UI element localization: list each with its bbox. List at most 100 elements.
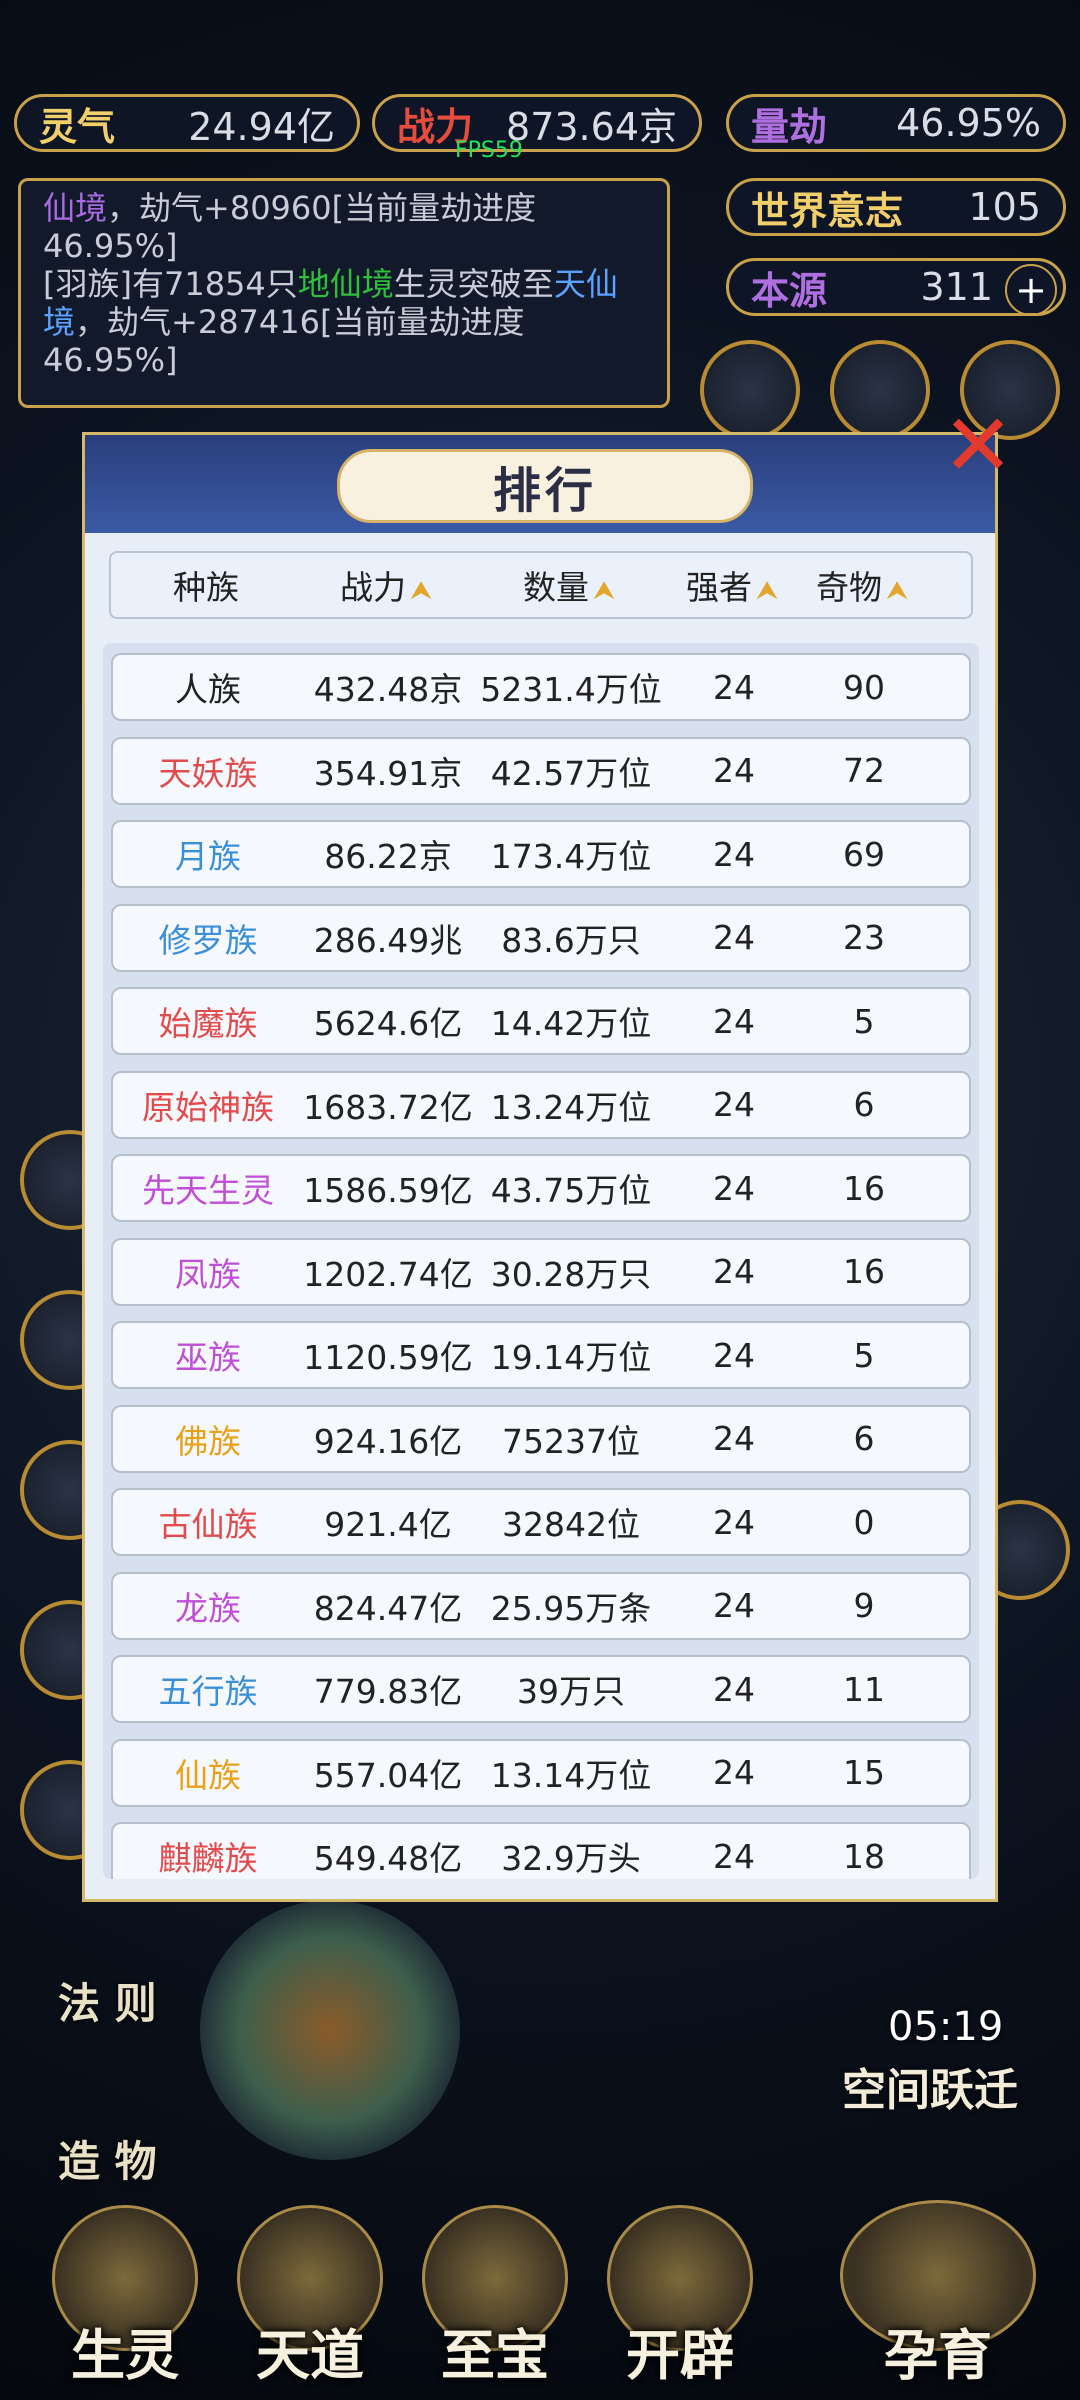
treasure-value: 23 [843, 918, 885, 957]
count-value: 14.42万位 [490, 1004, 652, 1043]
treasure-value: 6 [853, 1419, 875, 1458]
nav-yun-yu[interactable]: 孕育 [838, 2200, 1038, 2390]
strong-value: 24 [713, 1753, 755, 1792]
table-row[interactable]: 巫族 1120.59亿 19.14万位 24 5 [111, 1321, 971, 1389]
table-row[interactable]: 先天生灵 1586.59亿 43.75万位 24 16 [111, 1154, 971, 1222]
treasure-value: 69 [843, 834, 885, 874]
strong-value: 24 [713, 1001, 755, 1041]
count-value: 75237位 [502, 1421, 640, 1461]
strong-value: 24 [713, 751, 755, 790]
ranking-list[interactable]: 人族 432.48京 5231.4万位 24 90 天妖族 354.91京 42.57万位 24… [103, 643, 979, 1879]
nav-label: 生灵 [71, 2324, 179, 2387]
table-row[interactable]: 月族 86.22京 173.4万位 24 69 [111, 820, 971, 888]
treasure-value: 6 [853, 1085, 875, 1124]
nav-label: 至宝 [441, 2324, 549, 2387]
log-text: 46.95%] [43, 227, 178, 265]
close-icon[interactable]: ✕ [930, 398, 1026, 494]
source-value: 311 [920, 265, 993, 309]
log-text: [羽族]有71854只 [43, 265, 298, 303]
ranking-dialog: 排行 种族 战力 ⮝ 数量 ⮝ 强者 ⮝ 奇物 ⮝ 人族 432.48京 5231.4万位 2… [82, 432, 998, 1902]
power-value: 921.4亿 [324, 1505, 452, 1544]
lotus-emblem[interactable] [200, 1900, 460, 2160]
nav-sheng-ling[interactable]: 生灵 [40, 2200, 210, 2390]
header-strong[interactable]: 强者 ⮝ [667, 561, 797, 609]
table-row[interactable]: 麒麟族 549.48亿 32.9万头 24 18 [111, 1822, 971, 1879]
table-row[interactable]: 古仙族 921.4亿 32842位 24 0 [111, 1488, 971, 1556]
power-value: 432.48京 [313, 670, 463, 709]
count-value: 25.95万条 [490, 1588, 652, 1628]
lingqi-pill: 灵气 24.94亿 [14, 94, 360, 152]
table-row[interactable]: 原始神族 1683.72亿 13.24万位 24 6 [111, 1070, 971, 1139]
power-value: 924.16亿 [313, 1421, 463, 1461]
menu-round-button[interactable] [700, 340, 800, 440]
table-row[interactable]: 修罗族 286.49兆 83.6万只 24 23 [111, 903, 971, 972]
treasure-value: 0 [853, 1502, 875, 1542]
zao-wu-button[interactable]: 造 物 [58, 2128, 157, 2189]
treasure-value: 5 [853, 1335, 875, 1375]
count-value: 173.4万位 [490, 837, 652, 876]
count-value: 5231.4万位 [480, 670, 662, 709]
strong-value: 24 [713, 1586, 755, 1625]
strong-value: 24 [713, 1419, 755, 1458]
race-name: 佛族 [175, 1421, 241, 1461]
race-name: 先天生灵 [142, 1171, 274, 1210]
treasure-value: 72 [843, 751, 885, 790]
count-value: 32.9万头 [501, 1839, 641, 1878]
strong-value: 24 [713, 1335, 755, 1375]
count-value: 32842位 [502, 1505, 640, 1544]
count-value: 30.28万只 [490, 1254, 652, 1294]
liangjie-value: 46.95% [896, 101, 1041, 145]
table-row[interactable]: 佛族 924.16亿 75237位 24 6 [111, 1404, 971, 1473]
count-value: 43.75万位 [490, 1171, 652, 1210]
strong-value: 24 [713, 1502, 755, 1542]
nav-label: 开辟 [626, 2324, 734, 2387]
race-name: 修罗族 [158, 920, 258, 960]
treasure-value: 16 [843, 1252, 885, 1291]
sort-arrow-icon: ⮝ [592, 576, 616, 606]
source-pill[interactable]: 本源 311 + [726, 258, 1066, 316]
nav-kai-pi[interactable]: 开辟 [595, 2200, 765, 2390]
table-row[interactable]: 仙族 557.04亿 13.14万位 24 15 [111, 1738, 971, 1807]
table-row[interactable]: 五行族 779.83亿 39万只 24 11 [111, 1655, 971, 1723]
header-treasure-label: 奇物 [815, 568, 882, 607]
nav-tian-dao[interactable]: 天道 [225, 2200, 395, 2390]
table-row[interactable]: 人族 432.48京 5231.4万位 24 90 [111, 653, 971, 721]
source-label: 本源 [751, 268, 828, 313]
header-treasure[interactable]: 奇物 ⮝ [797, 561, 927, 609]
treasure-value: 16 [843, 1168, 885, 1208]
sort-arrow-icon: ⮝ [409, 576, 433, 606]
header-count[interactable]: 数量 ⮝ [471, 561, 667, 609]
power-value: 549.48亿 [313, 1839, 463, 1878]
count-value: 39万只 [517, 1672, 625, 1711]
power-value: 1586.59亿 [303, 1171, 473, 1210]
log-realm: 仙境 [43, 189, 108, 227]
liangjie-label: 量劫 [751, 104, 828, 149]
table-row[interactable]: 天妖族 354.91京 42.57万位 24 72 [111, 736, 971, 805]
header-power[interactable]: 战力 ⮝ [301, 561, 471, 609]
power-value: 86.22京 [324, 837, 452, 876]
strong-value: 24 [713, 918, 755, 957]
dialog-title: 排行 [337, 449, 753, 523]
count-value: 83.6万只 [501, 920, 641, 960]
table-row[interactable]: 始魔族 5624.6亿 14.42万位 24 5 [111, 987, 971, 1055]
log-text: 生灵突破至 [393, 265, 554, 303]
world-will-label: 世界意志 [751, 188, 904, 233]
power-value: 779.83亿 [313, 1672, 463, 1711]
log-realm: 境 [43, 303, 76, 341]
table-row[interactable]: 凤族 1202.74亿 30.28万只 24 16 [111, 1237, 971, 1306]
menu-round-button[interactable] [830, 340, 930, 440]
race-name: 麒麟族 [158, 1839, 258, 1878]
nav-zhi-bao[interactable]: 至宝 [410, 2200, 580, 2390]
strong-value: 24 [713, 1836, 755, 1876]
treasure-value: 15 [843, 1753, 885, 1792]
world-will-pill: 世界意志 105 [726, 178, 1066, 236]
fa-ze-button[interactable]: 法 则 [58, 1970, 157, 2031]
world-will-value: 105 [968, 185, 1041, 229]
race-name: 原始神族 [142, 1087, 274, 1127]
power-value: 1683.72亿 [303, 1087, 473, 1127]
header-strong-label: 强者 [685, 568, 752, 607]
add-icon[interactable]: + [1005, 264, 1057, 316]
header-race: 种族 [111, 561, 301, 609]
space-jump-button[interactable]: 空间跃迁 [842, 2054, 1018, 2118]
table-row[interactable]: 龙族 824.47亿 25.95万条 24 9 [111, 1571, 971, 1640]
